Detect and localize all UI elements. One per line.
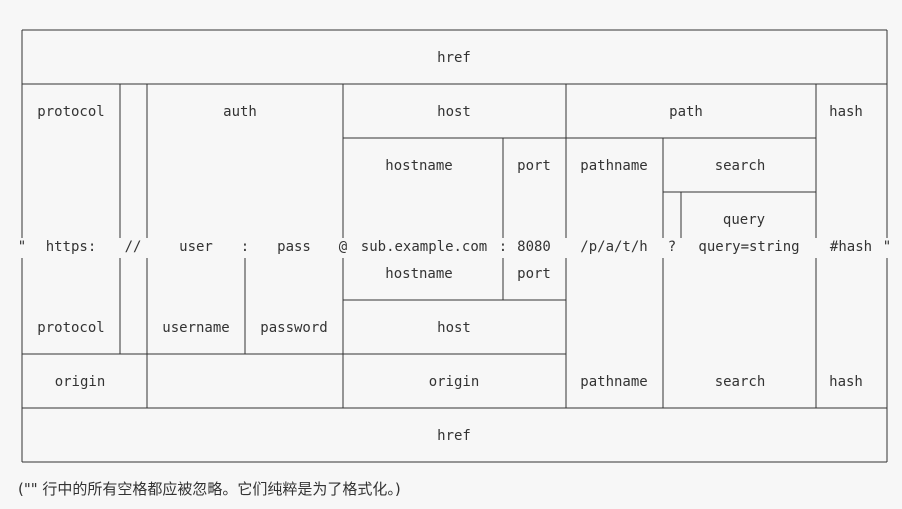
- origin-left-label: origin: [55, 374, 106, 390]
- pathname-label: pathname: [580, 158, 647, 174]
- href-top-label: href: [437, 50, 471, 66]
- url-pass: pass: [277, 239, 311, 255]
- url-open-quote: ": [18, 239, 26, 255]
- url-question: ?: [668, 239, 676, 255]
- hostname-label: hostname: [385, 158, 452, 174]
- auth-label: auth: [223, 104, 257, 120]
- url-pathname: /p/a/t/h: [580, 239, 647, 255]
- lower-hash-label: hash: [829, 374, 863, 390]
- protocol-label: protocol: [37, 104, 104, 120]
- origin-right-label: origin: [429, 374, 480, 390]
- url-colon: :: [241, 239, 249, 255]
- url-scheme: https:: [46, 239, 97, 255]
- hash-label: hash: [829, 104, 863, 120]
- url-query: query=string: [698, 239, 799, 255]
- href-bottom-label: href: [437, 428, 471, 444]
- url-hostname: sub.example.com: [361, 239, 487, 255]
- path-label: path: [669, 104, 703, 120]
- url-slashes: //: [125, 239, 142, 255]
- lower-password-label: password: [260, 320, 327, 336]
- port-label: port: [517, 158, 551, 174]
- url-close-quote: ": [883, 239, 891, 255]
- lower-host-label: host: [437, 320, 471, 336]
- lower-username-label: username: [162, 320, 229, 336]
- lower-search-label: search: [715, 374, 766, 390]
- query-label: query: [723, 212, 765, 228]
- url-hash: #hash: [830, 239, 872, 255]
- diagram-canvas: href protocol auth host path hash hostna…: [18, 29, 891, 463]
- url-port: 8080: [517, 239, 551, 255]
- footnote: ("" 行中的所有空格都应被忽略。它们纯粹是为了格式化。): [18, 480, 401, 498]
- lower-port-label: port: [517, 266, 551, 282]
- lower-hostname-label: hostname: [385, 266, 452, 282]
- url-port-colon: :: [499, 239, 507, 255]
- lower-protocol-label: protocol: [37, 320, 104, 336]
- url-structure-diagram: href protocol auth host path hash hostna…: [0, 0, 902, 509]
- search-label: search: [715, 158, 766, 174]
- host-label: host: [437, 104, 471, 120]
- url-at: @: [339, 239, 348, 255]
- url-user: user: [179, 239, 213, 255]
- lower-pathname-label: pathname: [580, 374, 647, 390]
